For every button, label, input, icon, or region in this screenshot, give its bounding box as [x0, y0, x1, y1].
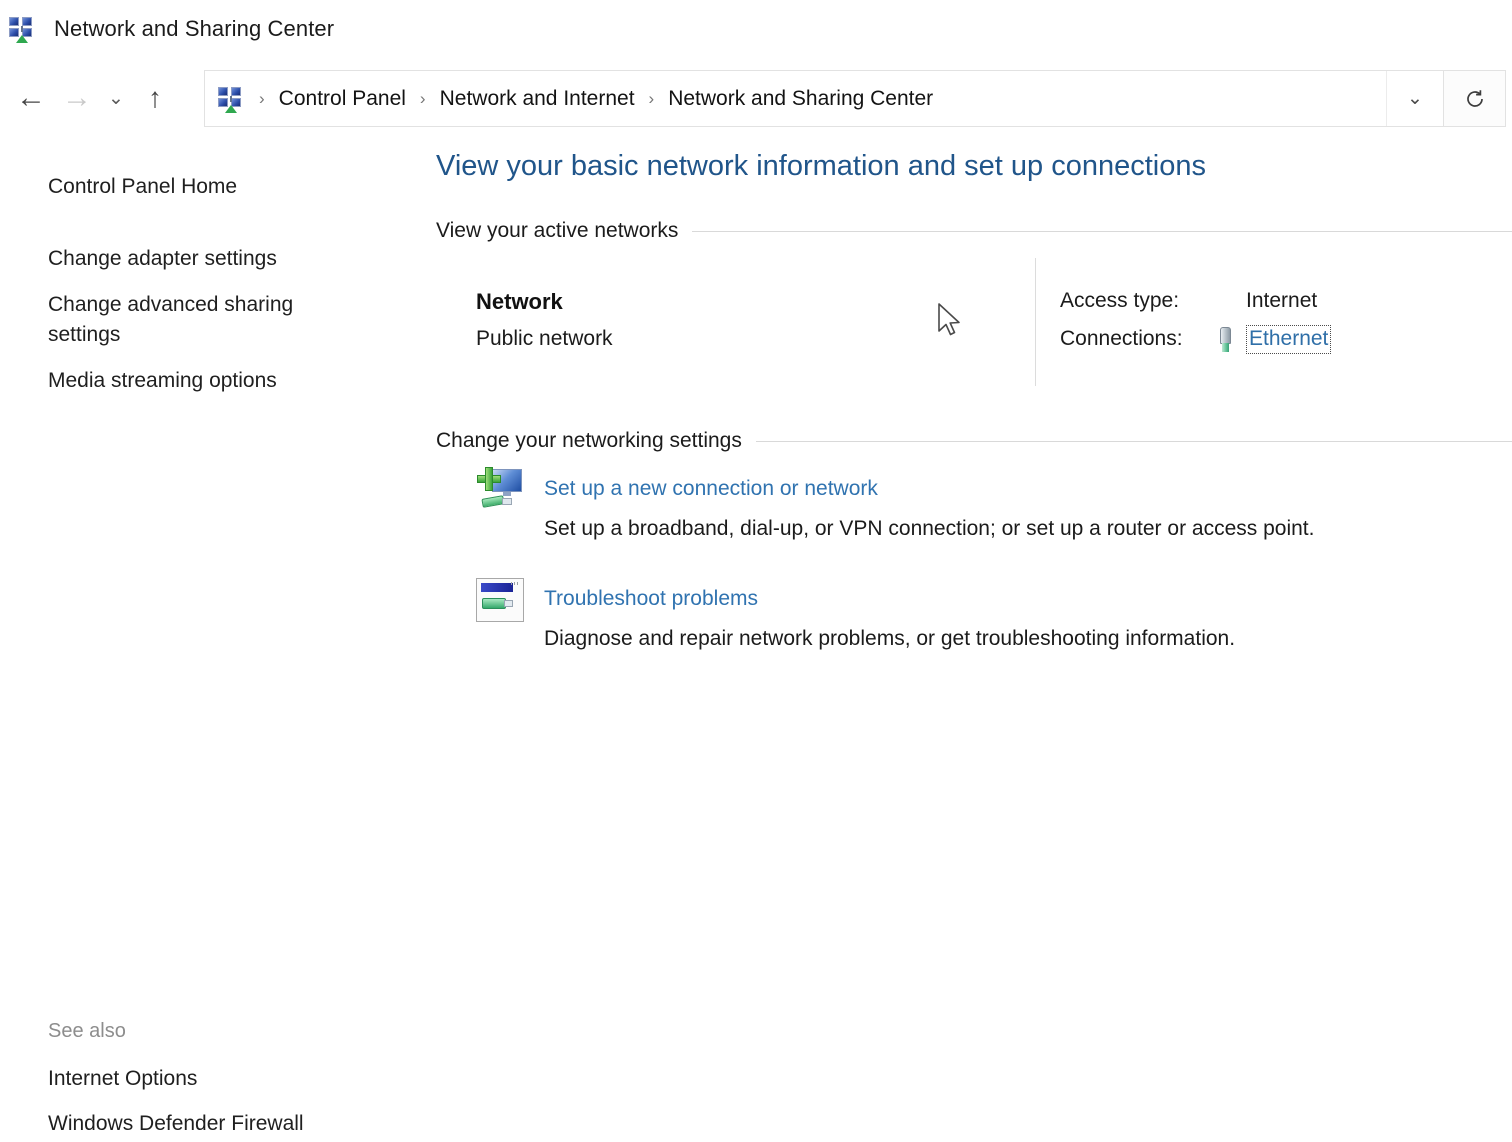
sidebar-item-media-streaming-options[interactable]: Media streaming options: [48, 366, 348, 396]
link-set-up-new-connection[interactable]: Set up a new connection or network: [544, 477, 878, 501]
breadcrumb-separator[interactable]: ›: [410, 89, 436, 109]
address-bar-chevron-down-icon[interactable]: ⌄: [1386, 71, 1443, 126]
section-heading-label: View your active networks: [436, 219, 692, 243]
network-sharing-icon: [8, 15, 36, 43]
refresh-button[interactable]: [1444, 70, 1506, 127]
link-troubleshoot-problems[interactable]: Troubleshoot problems: [544, 587, 758, 611]
access-type-label: Access type:: [1060, 289, 1179, 313]
breadcrumb-separator[interactable]: ›: [249, 89, 275, 109]
connections-row: Ethernet: [1218, 325, 1331, 354]
section-heading-networking-settings: Change your networking settings: [436, 429, 1512, 453]
sidebar-item-windows-defender-firewall[interactable]: Windows Defender Firewall: [48, 1112, 304, 1136]
access-type-value: Internet: [1246, 289, 1317, 313]
breadcrumb-item-network-and-internet[interactable]: Network and Internet: [436, 87, 639, 111]
sidebar-item-internet-options[interactable]: Internet Options: [48, 1067, 197, 1091]
active-network-name: Network: [476, 289, 563, 315]
sidebar: Control Panel Home Change adapter settin…: [0, 139, 420, 1142]
title-bar: Network and Sharing Center: [0, 0, 1512, 57]
main-content: View your basic network information and …: [420, 139, 1512, 1142]
section-rule: [692, 231, 1512, 232]
recent-locations-chevron-down-icon[interactable]: ⌄: [100, 75, 132, 121]
column-divider: [1035, 258, 1036, 386]
section-rule: [756, 441, 1512, 442]
sidebar-item-change-advanced-sharing-settings[interactable]: Change advanced sharing settings: [48, 290, 348, 350]
add-network-connection-icon: [476, 467, 526, 515]
address-bar[interactable]: › Control Panel › Network and Internet ›…: [204, 70, 1444, 127]
ethernet-connection-link[interactable]: Ethernet: [1246, 325, 1331, 354]
breadcrumb-item-network-and-sharing-center[interactable]: Network and Sharing Center: [664, 87, 937, 111]
sidebar-item-change-adapter-settings[interactable]: Change adapter settings: [48, 244, 348, 274]
breadcrumb-network-sharing-icon[interactable]: [217, 85, 245, 113]
breadcrumb-item-control-panel[interactable]: Control Panel: [275, 87, 410, 111]
refresh-icon: [1463, 87, 1487, 111]
section-heading-label: Change your networking settings: [436, 429, 756, 453]
window-title: Network and Sharing Center: [54, 16, 334, 42]
description-set-up-new-connection: Set up a broadband, dial-up, or VPN conn…: [544, 517, 1314, 541]
see-also-heading: See also: [48, 1020, 126, 1043]
description-troubleshoot-problems: Diagnose and repair network problems, or…: [544, 627, 1235, 651]
page-title: View your basic network information and …: [436, 150, 1206, 183]
ethernet-plug-icon: [1218, 327, 1234, 353]
up-arrow-icon[interactable]: ↑: [132, 75, 178, 121]
connections-label: Connections:: [1060, 327, 1183, 351]
active-network-type: Public network: [476, 327, 613, 351]
sidebar-item-control-panel-home[interactable]: Control Panel Home: [48, 172, 348, 202]
back-arrow-icon[interactable]: ←: [8, 75, 54, 121]
forward-arrow-icon: →: [54, 75, 100, 121]
breadcrumb: › Control Panel › Network and Internet ›…: [205, 85, 1386, 113]
breadcrumb-separator[interactable]: ›: [639, 89, 665, 109]
troubleshoot-network-icon: [476, 578, 524, 622]
section-heading-active-networks: View your active networks: [436, 219, 1512, 243]
